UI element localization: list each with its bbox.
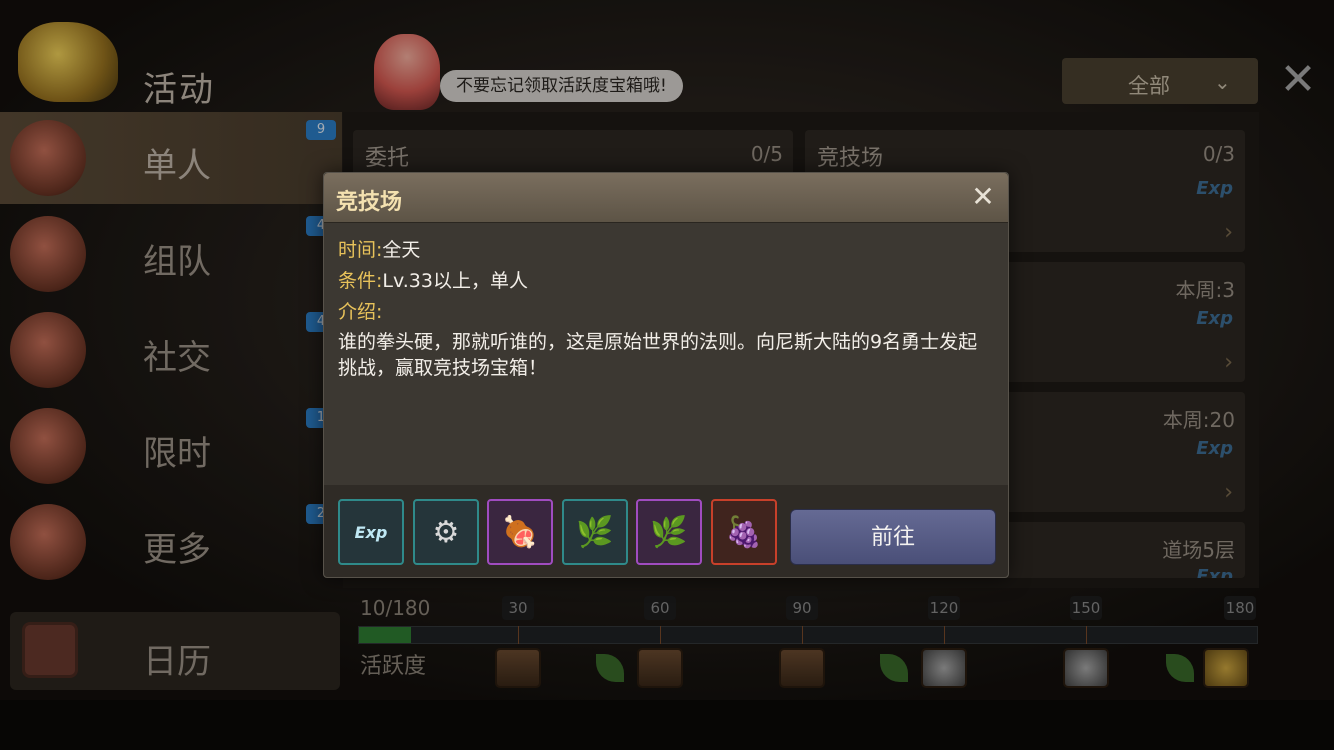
- berry-branch-icon: 🌿: [576, 514, 614, 550]
- dialog-header: 竞技场 ✕: [324, 173, 1008, 223]
- exp-icon: Exp: [354, 522, 388, 542]
- meat-icon: 🍖: [501, 514, 539, 550]
- reward-slot[interactable]: 🌿: [636, 499, 702, 565]
- time-row: 时间:全天: [338, 235, 420, 262]
- reward-slot[interactable]: 🍇: [711, 499, 777, 565]
- go-button[interactable]: 前往: [790, 509, 996, 565]
- activity-detail-dialog: 竞技场 ✕ 时间:全天 条件:Lv.33以上，单人 介绍: 谁的拳头硬，那就听谁…: [323, 172, 1009, 578]
- condition-value: Lv.33以上，单人: [382, 270, 528, 292]
- reward-bar: Exp ⚙ 🍖 🌿 🌿 🍇 前往: [324, 485, 1008, 577]
- reward-slot[interactable]: Exp: [338, 499, 404, 565]
- ring-icon: ⚙: [432, 514, 460, 550]
- close-icon[interactable]: ✕: [968, 181, 998, 213]
- intro-row: 介绍:: [338, 297, 382, 324]
- description-text: 谁的拳头硬，那就听谁的，这是原始世界的法则。向尼斯大陆的9名勇士发起挑战，赢取竞…: [338, 331, 978, 379]
- condition-key: 条件:: [338, 270, 383, 292]
- time-key: 时间:: [338, 239, 383, 261]
- time-value: 全天: [382, 239, 421, 261]
- condition-row: 条件:Lv.33以上，单人: [338, 266, 528, 293]
- berry-branch-icon: 🌿: [650, 514, 688, 550]
- reward-slot[interactable]: 🌿: [562, 499, 628, 565]
- dialog-title: 竞技场: [336, 190, 403, 215]
- reward-slot[interactable]: 🍖: [487, 499, 553, 565]
- reward-slot[interactable]: ⚙: [413, 499, 479, 565]
- grape-icon: 🍇: [725, 514, 763, 550]
- intro-key: 介绍:: [338, 301, 383, 323]
